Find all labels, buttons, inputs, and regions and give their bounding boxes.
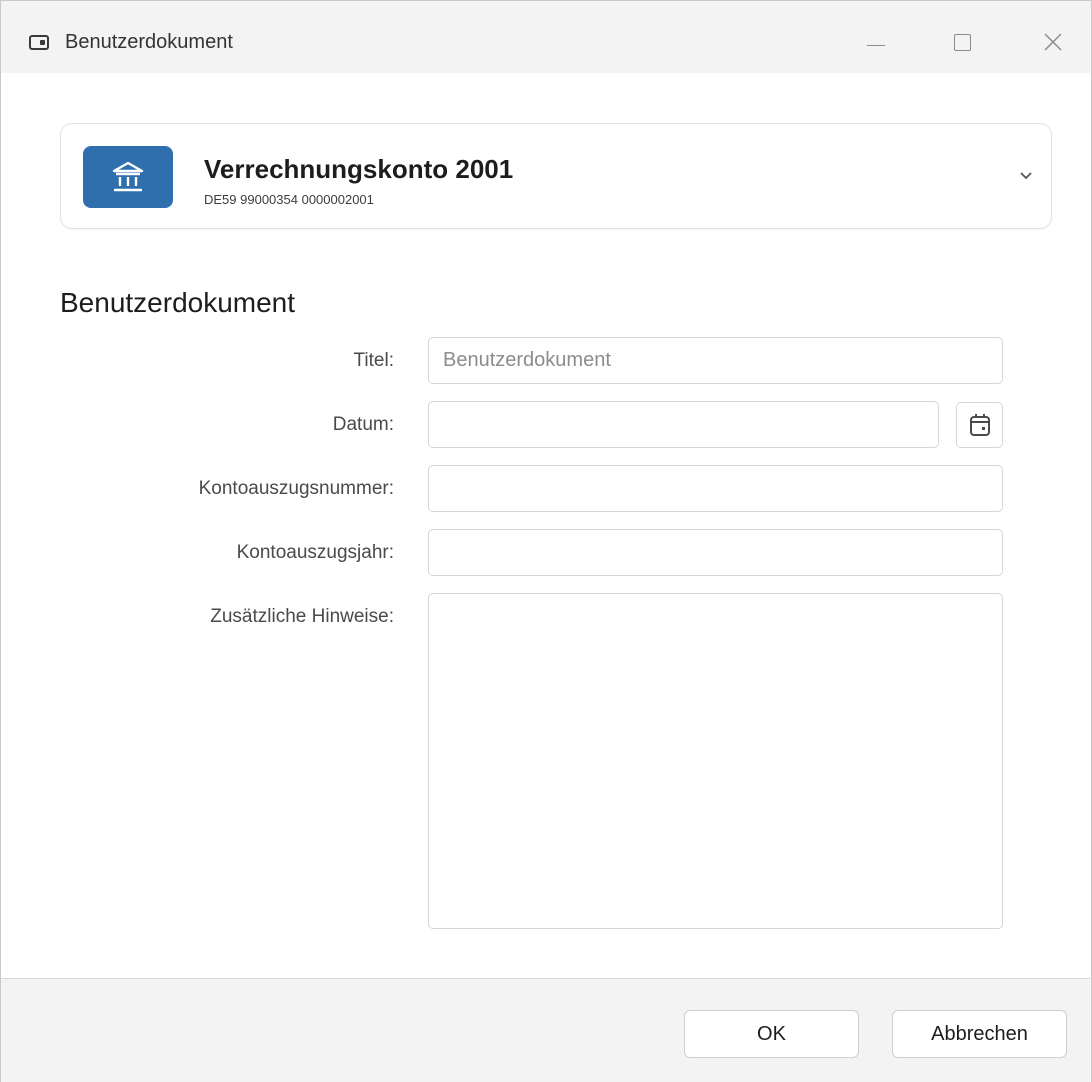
ok-button[interactable]: OK [684, 1010, 859, 1058]
dialog-footer: OK Abbrechen [1, 978, 1091, 1082]
minimize-icon [867, 44, 885, 46]
account-name: Verrechnungskonto 2001 [204, 154, 514, 184]
maximize-button[interactable] [939, 19, 985, 65]
hinweise-textarea[interactable] [428, 593, 1003, 929]
kontoauszugsnummer-input[interactable] [428, 465, 1003, 512]
titel-label: Titel: [353, 350, 394, 371]
dialog-window: Benutzerdokument Verrechnungskonto 2001 … [0, 0, 1092, 1082]
account-iban: DE59 99000354 0000002001 [204, 192, 374, 207]
titel-input[interactable] [428, 337, 1003, 384]
kontoauszugsjahr-input[interactable] [428, 529, 1003, 576]
window-title: Benutzerdokument [65, 31, 233, 53]
maximize-icon [953, 33, 971, 51]
calendar-icon [969, 414, 990, 436]
calendar-button[interactable] [956, 402, 1003, 448]
datum-label: Datum: [332, 414, 394, 435]
app-window-icon [29, 35, 49, 50]
kontoauszugsnummer-label: Kontoauszugsnummer: [198, 478, 394, 499]
minimize-button[interactable] [853, 19, 899, 65]
cancel-button[interactable]: Abbrechen [892, 1010, 1067, 1058]
account-selector[interactable]: Verrechnungskonto 2001 DE59 99000354 000… [60, 123, 1052, 229]
title-bar: Benutzerdokument [1, 1, 1091, 73]
datum-input[interactable] [428, 401, 939, 448]
close-icon [1044, 33, 1062, 51]
close-button[interactable] [1030, 19, 1076, 65]
kontoauszugsjahr-label: Kontoauszugsjahr: [236, 542, 394, 563]
chevron-down-icon[interactable] [1016, 166, 1036, 186]
bank-icon [83, 146, 173, 208]
hinweise-label: Zusätzliche Hinweise: [210, 606, 394, 627]
section-title: Benutzerdokument [60, 287, 296, 318]
